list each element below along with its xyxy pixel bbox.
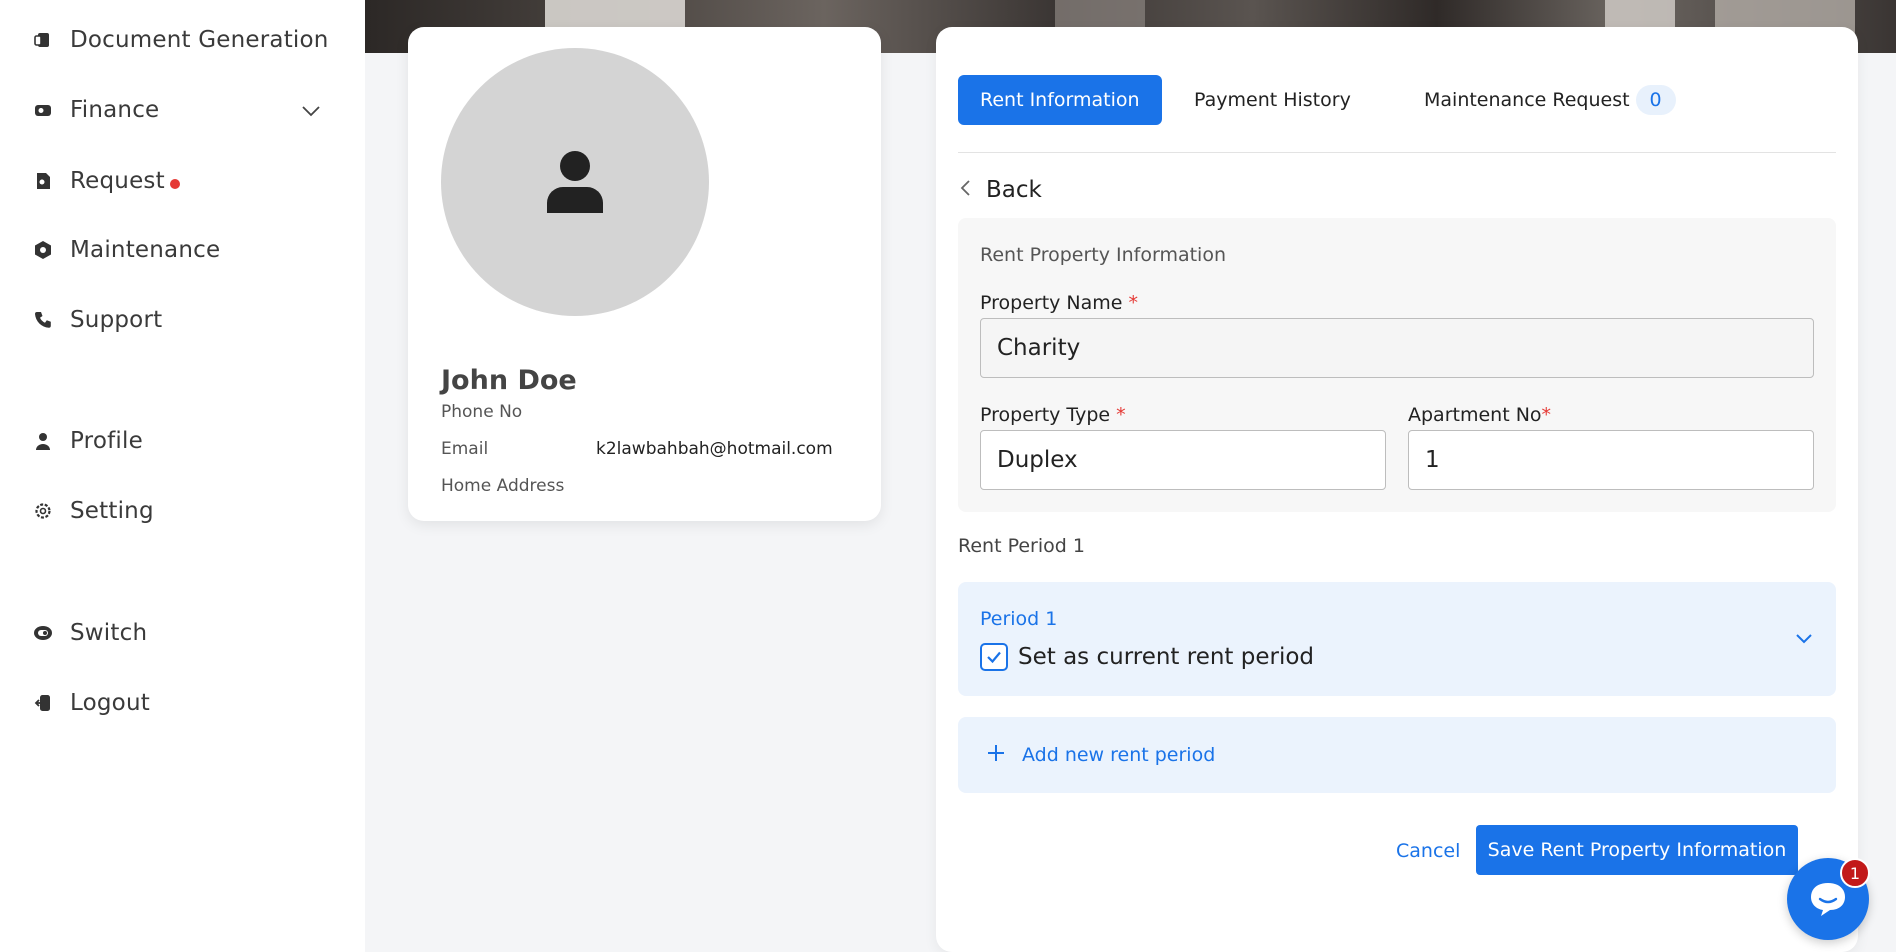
rent-info-card: Rent Information Payment History Mainten… <box>936 27 1858 952</box>
chevron-down-icon[interactable] <box>300 100 322 126</box>
rent-property-info-panel: Rent Property Information Property Name … <box>958 218 1836 512</box>
sidebar-item-label: Switch <box>70 620 148 646</box>
maintenance-count-badge: 0 <box>1635 85 1676 115</box>
user-icon <box>32 430 54 452</box>
avatar <box>441 48 709 316</box>
period-title: Period 1 <box>980 608 1058 630</box>
required-mark: * <box>1116 404 1126 426</box>
maintenance-icon <box>32 239 54 261</box>
check-icon <box>987 651 1001 664</box>
sidebar-item-finance[interactable]: Finance <box>32 90 159 130</box>
back-label: Back <box>986 177 1042 203</box>
sidebar-item-label: Support <box>70 307 163 333</box>
required-mark: * <box>1128 292 1139 314</box>
tab-label: Payment History <box>1194 89 1351 111</box>
property-type-field[interactable]: Duplex <box>980 430 1386 490</box>
chat-notification-badge: 1 <box>1840 858 1870 888</box>
chat-icon <box>1811 883 1845 916</box>
notification-dot <box>169 179 180 189</box>
save-rent-property-button[interactable]: Save Rent Property Information <box>1476 825 1798 875</box>
panel-title: Rent Property Information <box>980 244 1226 266</box>
cancel-button[interactable]: Cancel <box>1380 827 1476 875</box>
tab-label: Rent Information <box>980 89 1140 111</box>
sidebar-item-maintenance[interactable]: Maintenance <box>32 230 220 270</box>
sidebar-item-document-generation[interactable]: Document Generation <box>32 20 329 60</box>
sidebar-item-label: Maintenance <box>70 237 221 263</box>
switch-icon <box>32 622 54 644</box>
sidebar-item-label: Logout <box>70 690 150 716</box>
apartment-no-label: Apartment No* <box>1408 404 1551 426</box>
property-name-label-text: Property Name <box>980 292 1123 314</box>
email-label: Email <box>441 439 489 459</box>
sidebar-item-setting[interactable]: Setting <box>32 491 154 531</box>
request-icon <box>32 170 54 192</box>
property-type-value: Duplex <box>997 447 1078 473</box>
chevron-down-icon[interactable] <box>1794 628 1814 652</box>
sidebar-item-support[interactable]: Support <box>32 300 162 340</box>
logout-icon <box>32 692 54 714</box>
sidebar-item-switch[interactable]: Switch <box>32 613 147 653</box>
sidebar-item-label: Profile <box>70 428 143 454</box>
add-rent-period-label: Add new rent period <box>1022 744 1216 766</box>
back-button[interactable]: Back <box>958 177 1042 203</box>
tab-payment-history[interactable]: Payment History <box>1172 75 1373 125</box>
tab-rent-information[interactable]: Rent Information <box>958 75 1162 125</box>
rent-period-accordion[interactable]: Period 1 Set as current rent period <box>958 582 1836 696</box>
sidebar-item-profile[interactable]: Profile <box>32 421 143 461</box>
user-icon <box>547 151 603 213</box>
current-period-checkbox-label: Set as current rent period <box>1018 644 1315 670</box>
phone-label: Phone No <box>441 402 523 422</box>
apartment-no-field[interactable]: 1 <box>1408 430 1814 490</box>
property-name-label: Property Name * <box>980 292 1138 314</box>
current-period-checkbox[interactable] <box>980 643 1008 671</box>
property-type-label: Property Type * <box>980 404 1126 426</box>
sidebar-item-label: Request <box>70 168 165 194</box>
add-rent-period-button[interactable]: Add new rent period <box>958 717 1836 793</box>
gear-icon <box>32 500 54 522</box>
tab-label: Maintenance Request <box>1424 89 1630 111</box>
chevron-left-icon <box>958 178 972 202</box>
email-value: k2lawbahbah@hotmail.com <box>596 439 833 459</box>
profile-card: John Doe Phone No Email k2lawbahbah@hotm… <box>408 27 881 521</box>
apartment-no-label-text: Apartment No <box>1408 404 1542 426</box>
apartment-no-value: 1 <box>1425 447 1440 473</box>
finance-icon <box>32 99 54 121</box>
sidebar-item-request[interactable]: Request <box>32 161 180 201</box>
property-name-field[interactable]: Charity <box>980 318 1814 378</box>
property-type-label-text: Property Type <box>980 404 1111 426</box>
profile-name: John Doe <box>441 365 577 396</box>
sidebar-item-logout[interactable]: Logout <box>32 683 150 723</box>
document-icon <box>32 29 54 51</box>
tab-maintenance-request[interactable]: Maintenance Request 0 <box>1402 75 1698 125</box>
sidebar-item-label: Setting <box>70 498 154 524</box>
home-address-label: Home Address <box>441 476 565 496</box>
rent-period-section-label: Rent Period 1 <box>958 535 1085 557</box>
phone-icon <box>32 309 54 331</box>
plus-icon <box>986 743 1006 767</box>
sidebar: Document Generation Finance Request Main… <box>0 0 365 952</box>
sidebar-item-label: Document Generation <box>70 27 329 53</box>
required-mark: * <box>1541 404 1552 426</box>
sidebar-item-label: Finance <box>70 97 160 123</box>
divider <box>958 152 1836 153</box>
property-name-value: Charity <box>997 335 1081 361</box>
